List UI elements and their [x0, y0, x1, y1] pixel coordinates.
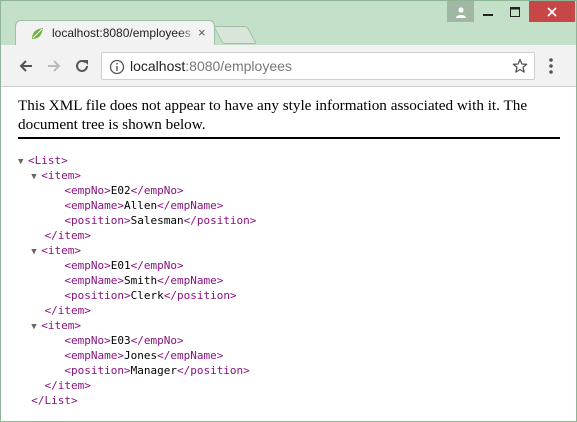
xml-tag: <empNo>	[64, 259, 111, 272]
xml-element-line: <position>Salesman</position>	[18, 213, 256, 228]
minimize-icon	[482, 13, 493, 16]
xml-text: Jones	[123, 349, 158, 362]
address-url: localhost:8080/employees	[130, 58, 292, 74]
xml-tag: </position>	[183, 214, 257, 227]
xml-text: Smith	[123, 274, 158, 287]
xml-text: E03	[110, 334, 131, 347]
xml-tag: <position>	[64, 214, 131, 227]
xml-element-line: <empNo>E02</empNo>	[18, 183, 256, 198]
address-path: :8080/employees	[185, 58, 292, 74]
tab-title: localhost:8080/employees	[52, 26, 191, 40]
xml-text: Allen	[123, 199, 158, 212]
xml-element-line: <empName>Allen</empName>	[18, 198, 256, 213]
minimize-button[interactable]	[474, 1, 501, 22]
xml-tag: </item>	[44, 229, 91, 242]
browser-window: localhost:8080/employees × localhost:808…	[0, 0, 577, 422]
tab-close-icon[interactable]: ×	[198, 26, 206, 40]
xml-tag: </item>	[44, 304, 91, 317]
address-bar[interactable]: localhost:8080/employees	[101, 52, 535, 80]
xml-style-notice: This XML file does not appear to have an…	[18, 97, 528, 133]
xml-tag: <empName>	[64, 199, 124, 212]
xml-tag: </empNo>	[130, 259, 184, 272]
xml-text: E01	[110, 259, 131, 272]
info-icon[interactable]	[109, 59, 125, 75]
xml-tag: <position>	[64, 289, 131, 302]
xml-root-open-line: ▼ <List>	[18, 153, 256, 168]
xml-tag: </position>	[163, 289, 237, 302]
address-host: localhost	[130, 58, 186, 74]
xml-tag: </empNo>	[130, 184, 184, 197]
xml-root-close-line: </List>	[18, 393, 256, 408]
xml-tag: <empNo>	[64, 184, 111, 197]
xml-item-close-line: </item>	[18, 228, 256, 243]
xml-tag: <item>	[41, 244, 81, 257]
title-bar: localhost:8080/employees ×	[1, 1, 576, 46]
xml-item-open-line: ▼ <item>	[18, 243, 256, 258]
xml-element-line: <position>Clerk</position>	[18, 288, 256, 303]
browser-toolbar: localhost:8080/employees	[1, 45, 576, 87]
forward-button[interactable]	[44, 56, 64, 76]
xml-item-close-line: </item>	[18, 378, 256, 393]
forward-arrow-icon	[48, 60, 61, 72]
xml-text: Manager	[130, 364, 177, 377]
xml-element-line: <empNo>E03</empNo>	[18, 333, 256, 348]
maximize-button[interactable]	[501, 1, 528, 22]
bookmark-star-icon[interactable]	[512, 58, 528, 74]
browser-tab[interactable]: localhost:8080/employees ×	[15, 20, 215, 46]
xml-tag: </empName>	[157, 274, 224, 287]
xml-tag: <position>	[64, 364, 131, 377]
xml-item-open-line: ▼ <item>	[18, 318, 256, 333]
xml-tag: <item>	[41, 319, 81, 332]
xml-tag: </empName>	[157, 349, 224, 362]
xml-item-close-line: </item>	[18, 303, 256, 318]
user-icon	[455, 6, 466, 18]
xml-tag: </empNo>	[130, 334, 184, 347]
xml-element-line: <empName>Smith</empName>	[18, 273, 256, 288]
xml-tag: <empName>	[64, 349, 124, 362]
xml-item-open-line: ▼ <item>	[18, 168, 256, 183]
xml-tag: </item>	[44, 379, 91, 392]
back-button[interactable]	[16, 56, 36, 76]
back-arrow-icon	[19, 60, 32, 72]
xml-element-line: <position>Manager</position>	[18, 363, 256, 378]
xml-tag: <item>	[41, 169, 81, 182]
page-content: This XML file does not appear to have an…	[1, 87, 576, 421]
xml-tag: <List>	[28, 154, 68, 167]
xml-element-line: <empName>Jones</empName>	[18, 348, 256, 363]
browser-menu-icon[interactable]	[543, 56, 559, 76]
xml-text: E02	[110, 184, 131, 197]
xml-element-line: <empNo>E01</empNo>	[18, 258, 256, 273]
xml-text: Clerk	[130, 289, 164, 302]
reload-icon	[76, 59, 88, 72]
reload-button[interactable]	[72, 56, 92, 76]
xml-tag: </List>	[31, 394, 78, 407]
xml-tag: </position>	[176, 364, 250, 377]
xml-tag: </empName>	[157, 199, 224, 212]
close-window-button[interactable]	[529, 1, 575, 22]
close-icon	[547, 6, 557, 17]
xml-text: Salesman	[130, 214, 184, 227]
xml-tag: <empName>	[64, 274, 124, 287]
notice-divider	[18, 137, 560, 139]
xml-tree: ▼ <List> ▼ <item> <empNo>E02</empNo> <empN…	[18, 153, 256, 408]
maximize-icon	[509, 6, 520, 17]
new-tab-button[interactable]	[213, 26, 257, 44]
xml-tag: <empNo>	[64, 334, 111, 347]
spring-leaf-icon	[32, 28, 43, 39]
user-profile-button[interactable]	[447, 1, 474, 22]
